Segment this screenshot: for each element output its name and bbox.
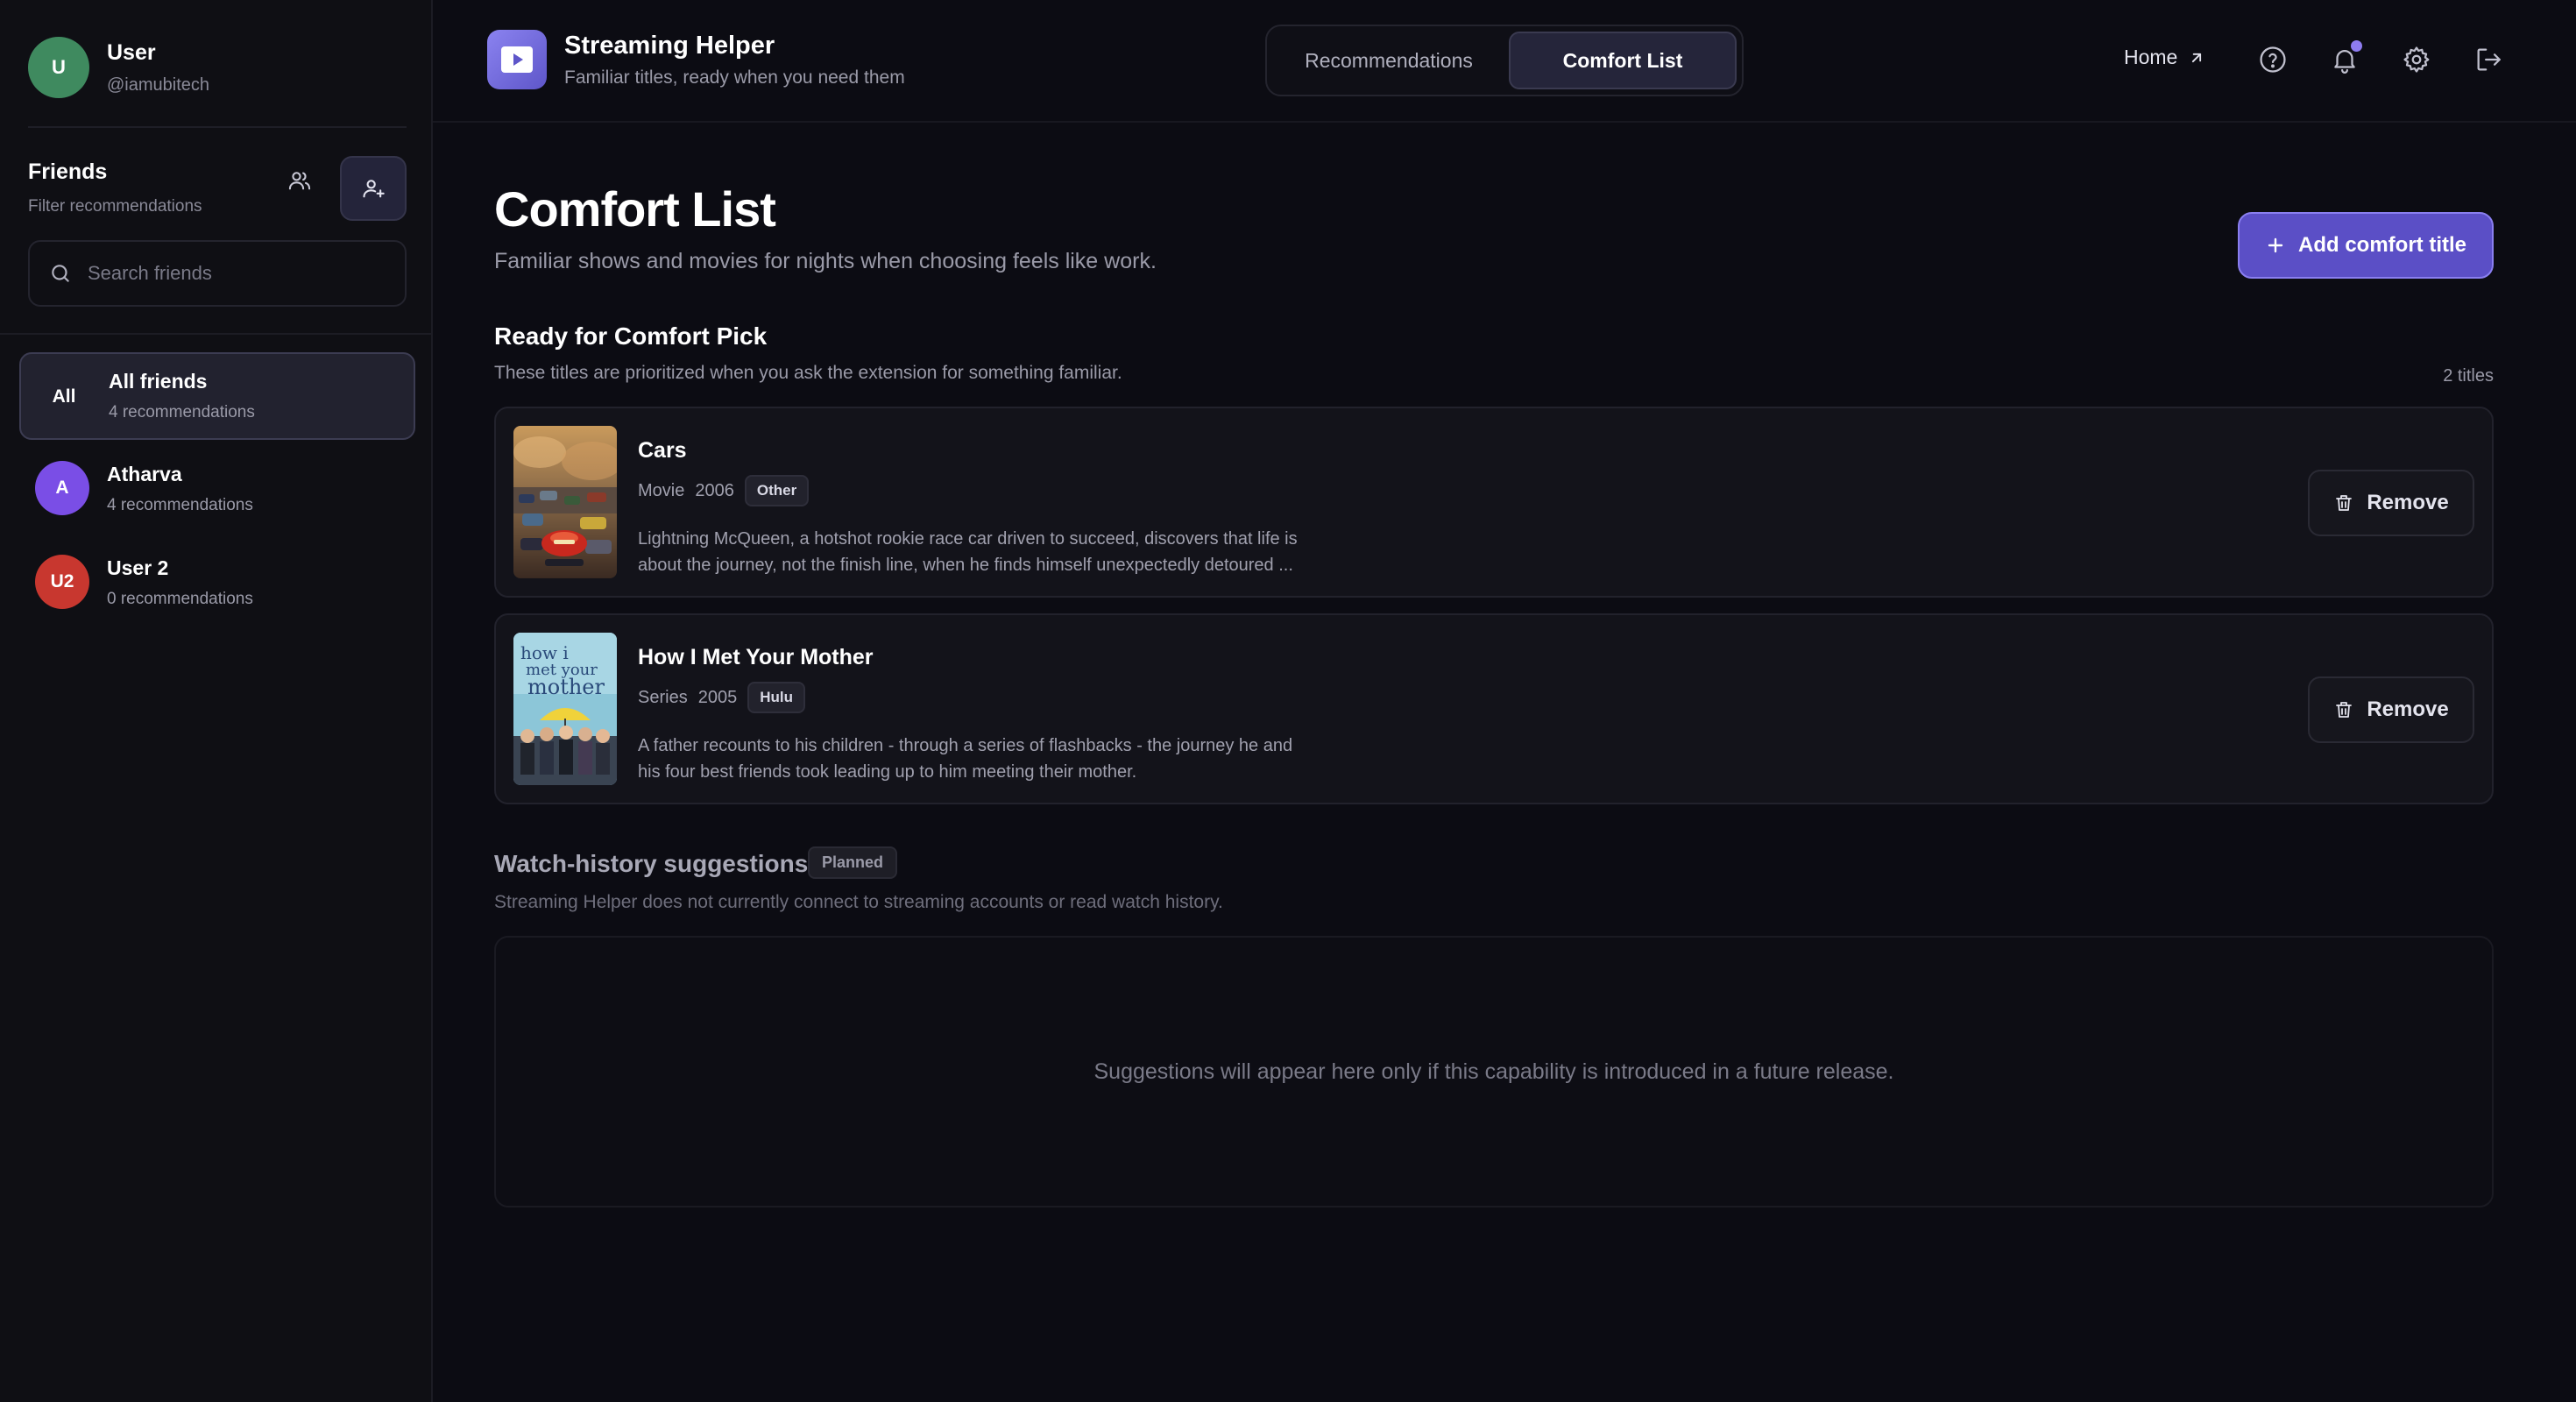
item-description-line: about the journey, not the finish line, …	[638, 556, 1293, 575]
friend-recommendation-count: 0 recommendations	[107, 590, 253, 608]
gear-icon	[2403, 46, 2430, 73]
logout-button[interactable]	[2471, 42, 2506, 77]
settings-button[interactable]	[2399, 42, 2434, 77]
user-avatar: U	[28, 37, 89, 98]
remove-button[interactable]: Remove	[2308, 676, 2474, 743]
help-icon	[2260, 46, 2286, 73]
poster-image: how i met your mother	[513, 633, 617, 785]
trash-icon	[2336, 702, 2353, 718]
tab-comfort-list[interactable]: Comfort List	[1509, 32, 1737, 89]
friend-item-atharva[interactable]: A Atharva 4 recommendations	[19, 447, 415, 535]
friend-recommendation-count: 4 recommendations	[109, 403, 255, 421]
manage-friends-button[interactable]	[277, 158, 322, 203]
tab-recommendations[interactable]: Recommendations	[1274, 32, 1504, 89]
section-title: Ready for Comfort Pick	[494, 322, 768, 350]
watch-history-title: Watch-history suggestions	[494, 850, 809, 877]
friend-avatar: A	[35, 461, 89, 515]
plus-icon	[2268, 237, 2283, 253]
top-header: Streaming Helper Familiar titles, ready …	[433, 0, 2576, 123]
add-friend-button[interactable]	[340, 156, 407, 221]
search-icon	[52, 265, 69, 282]
friend-recommendation-count: 4 recommendations	[107, 496, 253, 514]
user-handle: @iamubitech	[107, 75, 210, 95]
friend-avatar: U2	[35, 555, 89, 609]
planned-badge: Planned	[808, 846, 898, 879]
sidebar: U User @iamubitech Friends Filter recomm…	[0, 0, 433, 1402]
poster-image	[513, 426, 617, 578]
add-comfort-title-button[interactable]: Add comfort title	[2238, 212, 2494, 279]
user-profile[interactable]: U User @iamubitech	[28, 37, 405, 98]
item-description-line: his four best friends took leading up to…	[638, 762, 1137, 782]
home-link[interactable]: Home	[2124, 46, 2205, 69]
page-title: Comfort List	[494, 181, 776, 237]
notifications-button[interactable]	[2327, 40, 2362, 77]
add-comfort-title-label: Add comfort title	[2298, 233, 2466, 257]
item-type: Movie	[638, 480, 685, 500]
watch-history-empty-state: Suggestions will appear here only if thi…	[494, 936, 2494, 1207]
logout-icon	[2477, 48, 2501, 71]
app-title: Streaming Helper	[564, 32, 775, 60]
help-button[interactable]	[2255, 42, 2290, 77]
user-plus-icon	[363, 180, 385, 198]
remove-button-label: Remove	[2367, 697, 2449, 721]
comfort-item-card: how i met your mother How I Met Your Mot…	[494, 613, 2494, 804]
friend-name: All friends	[109, 370, 208, 393]
friend-avatar: All	[52, 386, 76, 407]
arrow-up-right-icon	[2192, 53, 2202, 62]
item-type: Series	[638, 687, 688, 707]
home-link-label: Home	[2124, 46, 2178, 68]
remove-button-label: Remove	[2367, 491, 2449, 514]
empty-state-message: Suggestions will appear here only if thi…	[1093, 1059, 1894, 1084]
friends-search[interactable]	[28, 240, 407, 307]
watch-history-subtitle: Streaming Helper does not currently conn…	[494, 892, 1223, 912]
friend-item-user-2[interactable]: U2 User 2 0 recommendations	[19, 541, 415, 628]
item-year: 2006	[695, 480, 734, 500]
comfort-item-card: Cars Movie 2006 Other Lightning McQueen,…	[494, 407, 2494, 598]
friend-item-all[interactable]: All All friends 4 recommendations	[19, 352, 415, 440]
friends-header: Friends Filter recommendations	[28, 159, 202, 216]
search-friends-input[interactable]	[88, 262, 386, 285]
item-description: Lightning McQueen, a hotshot rookie race…	[638, 526, 1339, 578]
item-description: A father recounts to his children - thro…	[638, 733, 1339, 785]
app-subtitle: Familiar titles, ready when you need the…	[564, 67, 905, 88]
friend-name: User 2	[107, 556, 169, 579]
app-logo	[487, 30, 547, 89]
sidebar-divider	[28, 126, 407, 128]
view-tabs: Recommendations Comfort List	[1265, 25, 1744, 96]
page-subtitle: Familiar shows and movies for nights whe…	[494, 249, 1157, 273]
friend-name: Atharva	[107, 463, 182, 485]
item-year: 2005	[697, 687, 738, 707]
item-description-line: Lightning McQueen, a hotshot rookie race…	[638, 529, 1298, 549]
poster-title-text: mother	[527, 675, 605, 699]
user-name: User	[107, 40, 156, 65]
notification-dot	[2351, 40, 2362, 52]
titles-count: 2 titles	[2443, 366, 2494, 386]
item-meta: Movie 2006 Other	[638, 475, 810, 506]
remove-button[interactable]: Remove	[2308, 470, 2474, 536]
trash-icon	[2336, 495, 2353, 511]
friends-subtitle: Filter recommendations	[28, 197, 202, 216]
item-title: Cars	[638, 438, 687, 463]
friends-title: Friends	[28, 159, 108, 184]
item-description-line: A father recounts to his children - thro…	[638, 736, 1293, 755]
users-icon	[288, 172, 311, 190]
item-meta: Series 2005 Hulu	[638, 682, 805, 713]
platform-badge: Hulu	[747, 682, 805, 713]
item-title: How I Met Your Mother	[638, 645, 874, 669]
platform-badge: Other	[744, 475, 810, 506]
play-icon	[501, 46, 533, 73]
sidebar-divider	[0, 333, 433, 335]
section-subtitle: These titles are prioritized when you as…	[494, 363, 1122, 383]
